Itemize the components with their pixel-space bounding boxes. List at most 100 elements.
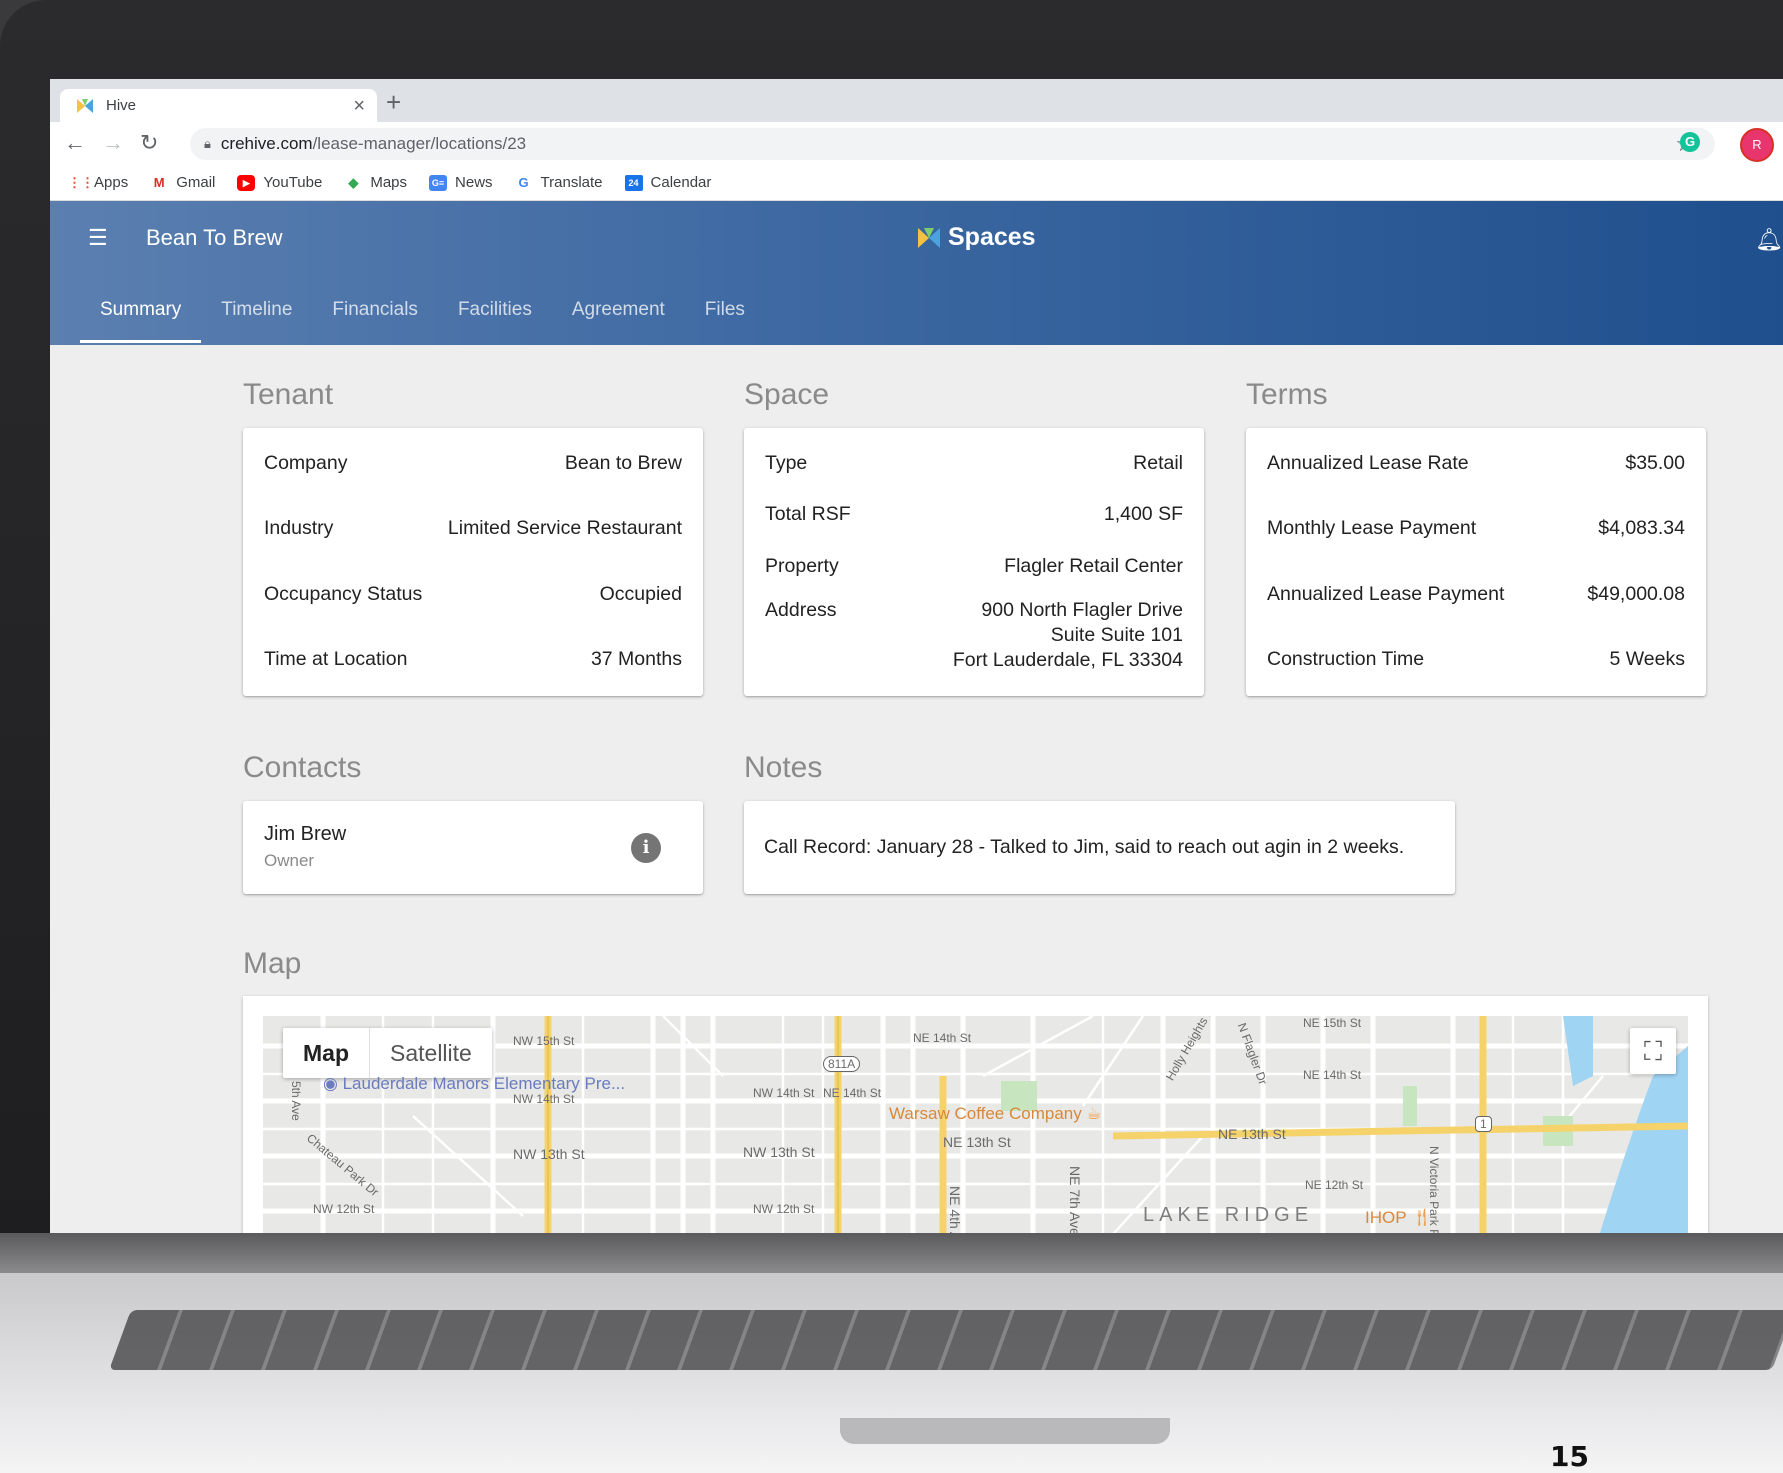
bookmark-gmail[interactable]: M Gmail	[150, 174, 216, 191]
lock-icon: 🔒︎	[204, 136, 211, 151]
contact-role: Owner	[264, 851, 315, 870]
bookmark-news[interactable]: G≡ News	[429, 174, 493, 191]
tab-agreement[interactable]: Agreement	[552, 289, 685, 343]
route-shield: 1	[1475, 1116, 1492, 1132]
tenant-row-time: Time at Location 37 Months	[264, 648, 682, 670]
youtube-icon: ▶	[237, 174, 256, 191]
tab-summary[interactable]: Summary	[80, 289, 202, 343]
browser-window: Hive × + ← → ↻ 🔒︎ crehive.com/lease-mana…	[50, 79, 1783, 1233]
space-row-rsf: Total RSF 1,400 SF	[765, 503, 1183, 525]
street-label: NW 14th St	[753, 1086, 815, 1100]
hamburger-menu-icon[interactable]: ☰	[88, 225, 108, 251]
bookmark-apps[interactable]: ⋮⋮ Apps	[68, 174, 128, 191]
street-label: 5th Ave	[289, 1081, 303, 1121]
terms-row-construction: Construction Time 5 Weeks	[1267, 648, 1685, 670]
new-tab-button[interactable]: +	[386, 87, 401, 118]
tenant-row-industry: Industry Limited Service Restaurant	[264, 517, 682, 539]
street-label: NE 13th St	[943, 1134, 1011, 1150]
street-label: NE 14th St	[913, 1031, 972, 1045]
coffee-pin-icon: ☕︎	[1086, 1104, 1102, 1123]
space-row-property: Property Flagler Retail Center	[765, 555, 1183, 577]
street-label: NE 4th Ave	[947, 1186, 963, 1233]
fullscreen-icon[interactable]: ⛶	[1630, 1028, 1676, 1074]
street-label: NE 14th St	[1303, 1068, 1362, 1082]
page-number: 15	[1550, 1440, 1589, 1473]
bookmarks-bar: ⋮⋮ Apps M Gmail ▶ YouTube ◆ Maps G≡ News G Tra…	[50, 165, 1783, 201]
notification-bell-icon[interactable]: 🔔︎	[1755, 227, 1783, 253]
tenant-row-company: Company Bean to Brew	[264, 452, 682, 474]
contacts-heading: Contacts	[243, 751, 362, 784]
tenant-card: Company Bean to Brew Industry Limited Serv…	[243, 428, 703, 696]
apps-grid-icon: ⋮⋮	[68, 174, 94, 190]
bookmark-calendar[interactable]: 24 Calendar	[624, 174, 711, 191]
contact-card[interactable]: Jim Brew Owner i	[243, 801, 703, 894]
street-label: NW 13th St	[513, 1146, 585, 1162]
close-tab-icon[interactable]: ×	[353, 95, 365, 118]
street-label: N Victoria Park Rd	[1427, 1146, 1441, 1233]
browser-tab-strip: Hive × +	[50, 79, 1783, 122]
street-label: NW 12th St	[753, 1202, 815, 1216]
bookmark-maps[interactable]: ◆ Maps	[344, 174, 407, 191]
app-header: ☰ Bean To Brew Spaces 🔔︎ Summary Timelin…	[50, 201, 1783, 345]
tab-files[interactable]: Files	[685, 289, 765, 343]
school-pin-icon: ◉	[323, 1074, 338, 1093]
street-label: NE 7th Ave	[1067, 1166, 1083, 1233]
tab-financials[interactable]: Financials	[312, 289, 438, 343]
terms-row-annual: Annualized Lease Payment $49,000.08	[1267, 583, 1685, 605]
browser-toolbar: ← → ↻ 🔒︎ crehive.com/lease-manager/locat…	[50, 122, 1783, 165]
laptop-hinge	[0, 1233, 1783, 1273]
neighborhood-label: LAKE RIDGE	[1143, 1204, 1314, 1226]
translate-icon: G	[518, 174, 529, 190]
url-text: crehive.com/lease-manager/locations/23	[220, 134, 527, 153]
note-card: Call Record: January 28 - Talked to Jim,…	[744, 801, 1455, 894]
map-heading: Map	[243, 947, 302, 980]
map-type-toggle: Map Satellite	[283, 1028, 492, 1078]
back-arrow-icon[interactable]: ←	[64, 130, 86, 156]
note-text: Call Record: January 28 - Talked to Jim,…	[764, 836, 1405, 858]
terms-row-rate: Annualized Lease Rate $35.00	[1267, 452, 1685, 474]
browser-tab[interactable]: Hive ×	[60, 89, 377, 122]
tenant-heading: Tenant	[243, 378, 334, 411]
bookmark-youtube[interactable]: ▶ YouTube	[237, 174, 322, 191]
grammarly-extension-icon[interactable]: G	[1680, 132, 1700, 152]
location-title: Bean To Brew	[146, 225, 283, 250]
address-bar[interactable]: 🔒︎ crehive.com/lease-manager/locations/2…	[190, 128, 1715, 160]
bookmark-translate[interactable]: G Translate	[515, 174, 602, 191]
profile-avatar[interactable]: R	[1740, 128, 1774, 162]
map-view[interactable]: Map Satellite ⛶ ◉ Lauderdale Manors Elem…	[263, 1016, 1688, 1233]
street-label: NE 12th St	[1305, 1178, 1364, 1192]
map-toggle-map[interactable]: Map	[283, 1028, 370, 1078]
notes-heading: Notes	[744, 751, 823, 784]
tab-facilities[interactable]: Facilities	[438, 289, 552, 343]
contact-name: Jim Brew	[264, 823, 347, 845]
info-icon[interactable]: i	[631, 833, 661, 863]
poi-school[interactable]: ◉ Lauderdale Manors Elementary Pre...	[323, 1074, 625, 1093]
location-tabs: Summary Timeline Financials Facilities A…	[80, 289, 765, 343]
poi-warsaw-coffee[interactable]: Warsaw Coffee Company ☕︎	[889, 1104, 1102, 1124]
space-row-address: Address 900 North Flagler Drive Suite Su…	[765, 599, 1183, 671]
forward-arrow-icon[interactable]: →	[102, 130, 124, 156]
terms-card: Annualized Lease Rate $35.00 Monthly Leas…	[1246, 428, 1706, 696]
spaces-brand: Spaces	[916, 223, 1036, 252]
street-label: NW 13th St	[743, 1144, 815, 1160]
map-toggle-satellite[interactable]: Satellite	[370, 1028, 492, 1078]
street-label: NE 14th St	[823, 1086, 882, 1100]
street-label: NE 15th St	[1303, 1016, 1362, 1030]
news-icon: G≡	[429, 174, 448, 191]
tenant-row-occupancy: Occupancy Status Occupied	[264, 583, 682, 605]
poi-ihop[interactable]: IHOP 🍴︎	[1365, 1208, 1433, 1228]
terms-heading: Terms	[1246, 378, 1328, 411]
laptop-trackpad-notch	[840, 1418, 1170, 1444]
hive-logo-icon	[77, 98, 93, 113]
tab-timeline[interactable]: Timeline	[201, 289, 312, 343]
map-card: Map Satellite ⛶ ◉ Lauderdale Manors Elem…	[243, 996, 1708, 1233]
reload-icon[interactable]: ↻	[140, 130, 158, 156]
street-label: NE 13th St	[1218, 1126, 1286, 1142]
laptop-keyboard	[109, 1310, 1783, 1370]
space-row-type: Type Retail	[765, 452, 1183, 474]
calendar-icon: 24	[624, 174, 643, 191]
street-label: NW 12th St	[313, 1202, 375, 1216]
browser-tab-title: Hive	[106, 97, 137, 114]
spaces-logo-icon	[918, 227, 940, 248]
maps-icon: ◆	[348, 174, 359, 190]
